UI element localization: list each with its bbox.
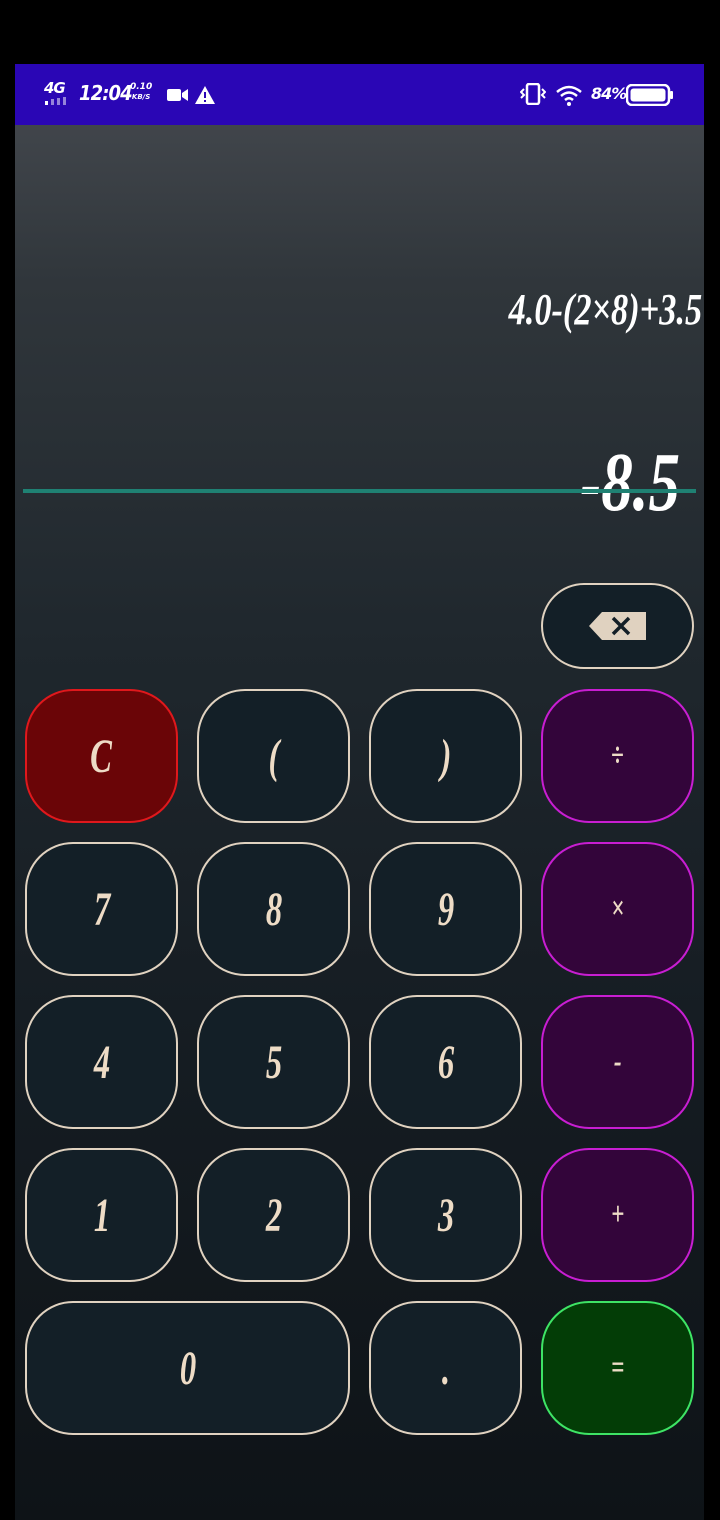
network-speed: 0.10 KB/S (130, 82, 152, 102)
divide-button[interactable]: ÷ (541, 689, 694, 823)
equals-button[interactable]: = (541, 1301, 694, 1435)
clear-button[interactable]: C (25, 689, 178, 823)
four-label: 4 (93, 1035, 110, 1089)
subtract-label: - (613, 1043, 622, 1080)
eight-label: 8 (265, 882, 282, 936)
vibrate-icon (520, 83, 546, 105)
backspace-icon (588, 612, 646, 640)
decimal-label: . (441, 1341, 450, 1395)
battery-percent: 84% (591, 84, 627, 103)
zero-button[interactable]: 0 (25, 1301, 350, 1435)
add-button[interactable]: + (541, 1148, 694, 1282)
three-button[interactable]: 3 (369, 1148, 522, 1282)
close-paren-button[interactable]: ) (369, 689, 522, 823)
seven-label: 7 (93, 882, 110, 936)
zero-label: 0 (179, 1341, 196, 1395)
three-label: 3 (437, 1188, 454, 1242)
multiply-label: × (610, 890, 625, 927)
decimal-button[interactable]: . (369, 1301, 522, 1435)
one-label: 1 (93, 1188, 110, 1242)
wifi-icon (556, 85, 582, 106)
add-label: + (610, 1196, 625, 1233)
video-camera-icon (167, 89, 188, 101)
open-paren-button[interactable]: ( (197, 689, 350, 823)
five-label: 5 (265, 1035, 282, 1089)
result-display: -8.5 (580, 436, 680, 529)
nine-label: 9 (437, 882, 454, 936)
open-paren-label: ( (268, 729, 279, 783)
status-time: 12:04 (79, 81, 133, 105)
signal-icon (45, 97, 71, 105)
network-type: 4G (44, 79, 66, 97)
expression-display: 4.0-(2×8)+3.5 (508, 285, 702, 334)
four-button[interactable]: 4 (25, 995, 178, 1129)
divide-label: ÷ (611, 737, 624, 774)
close-paren-label: ) (440, 729, 451, 783)
eight-button[interactable]: 8 (197, 842, 350, 976)
status-bar: 4G 12:04 0.10 KB/S 84% (15, 64, 704, 125)
multiply-button[interactable]: × (541, 842, 694, 976)
six-button[interactable]: 6 (369, 995, 522, 1129)
subtract-button[interactable]: - (541, 995, 694, 1129)
network-speed-value: 0.10 (130, 82, 153, 92)
battery-icon (626, 84, 673, 106)
warning-icon (195, 86, 215, 104)
five-button[interactable]: 5 (197, 995, 350, 1129)
seven-button[interactable]: 7 (25, 842, 178, 976)
one-button[interactable]: 1 (25, 1148, 178, 1282)
backspace-button[interactable] (541, 583, 694, 669)
calculator-screen: 4G 12:04 0.10 KB/S 84% 4.0-(2×8)+3.5 -8.… (15, 64, 704, 1520)
two-button[interactable]: 2 (197, 1148, 350, 1282)
two-label: 2 (265, 1188, 282, 1242)
six-label: 6 (437, 1035, 454, 1089)
equals-label: = (610, 1349, 625, 1386)
nine-button[interactable]: 9 (369, 842, 522, 976)
display-divider (23, 489, 696, 493)
network-speed-unit: KB/S (131, 93, 151, 101)
clear-label: C (90, 729, 113, 783)
